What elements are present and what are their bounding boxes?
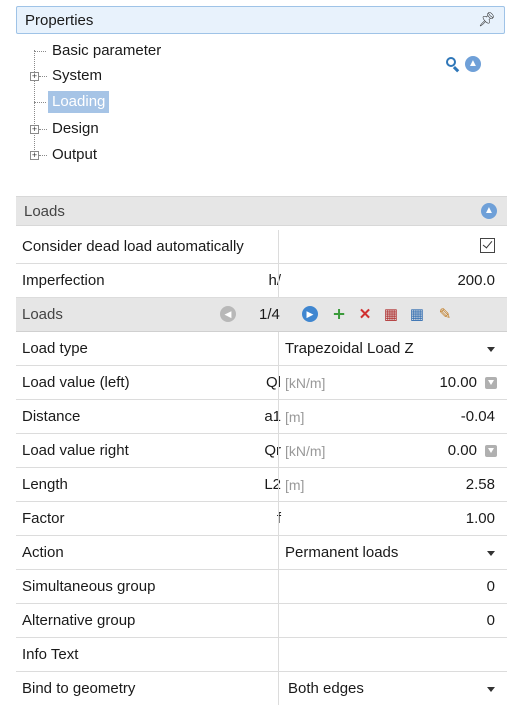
loads-section-header: Loads ▲ bbox=[16, 196, 507, 226]
tree-connector bbox=[34, 102, 46, 103]
tree-item-label: Basic parameter bbox=[52, 42, 162, 59]
row-action: Action Permanent loads bbox=[16, 536, 507, 570]
tree-connector bbox=[39, 155, 47, 156]
property-symbol: h/ bbox=[268, 272, 281, 289]
column-divider bbox=[278, 366, 279, 399]
row-simultaneous-group: Simultaneous group 0 bbox=[16, 570, 507, 604]
action-select[interactable]: Permanent loads bbox=[285, 544, 398, 561]
column-divider bbox=[278, 230, 279, 263]
row-load-value-right: Load value right Qr [kN/m] 0.00 bbox=[16, 434, 507, 468]
expand-icon[interactable]: + bbox=[30, 151, 39, 160]
column-divider bbox=[278, 434, 279, 467]
load-counter: 1/4 bbox=[259, 306, 280, 323]
factor-input[interactable]: 1.00 bbox=[466, 510, 495, 527]
tree-item-label: Loading bbox=[48, 91, 110, 113]
property-name: Distance bbox=[22, 408, 81, 425]
previous-icon[interactable]: ◀ bbox=[220, 306, 236, 322]
row-loads-navigator: Loads ◀ 1/4 ▶ ➕︎ ✕ ▦ ▦ ✎ bbox=[16, 298, 507, 332]
search-icon[interactable] bbox=[446, 57, 456, 67]
dropdown-icon[interactable] bbox=[485, 445, 497, 457]
property-name: Imperfection bbox=[22, 272, 105, 289]
tree-item-label: Design bbox=[52, 120, 99, 137]
column-divider bbox=[278, 536, 279, 569]
row-consider-dead-load: Consider dead load automatically bbox=[16, 230, 507, 264]
column-divider bbox=[278, 468, 279, 501]
row-bind-to-geometry: Bind to geometry Both edges bbox=[16, 672, 507, 706]
dead-load-checkbox[interactable] bbox=[480, 238, 495, 253]
tree-connector bbox=[39, 76, 47, 77]
unit-label: [m] bbox=[285, 409, 305, 425]
property-name: Simultaneous group bbox=[22, 578, 156, 595]
load-type-select[interactable]: Trapezoidal Load Z bbox=[285, 340, 414, 357]
distance-input[interactable]: -0.04 bbox=[461, 408, 495, 425]
row-alternative-group: Alternative group 0 bbox=[16, 604, 507, 638]
column-divider bbox=[278, 570, 279, 603]
property-name: Consider dead load automatically bbox=[22, 238, 244, 255]
section-title: Loads bbox=[24, 203, 65, 220]
simultaneous-group-input[interactable]: 0 bbox=[487, 578, 495, 595]
row-factor: Factor f 1.00 bbox=[16, 502, 507, 536]
delete-icon[interactable]: ✕ bbox=[356, 306, 374, 324]
add-load-icon[interactable]: ➕︎ bbox=[330, 306, 348, 324]
dropdown-icon[interactable] bbox=[485, 377, 497, 389]
column-divider bbox=[278, 264, 279, 297]
property-name: Loads bbox=[22, 306, 63, 323]
alternative-group-input[interactable]: 0 bbox=[487, 612, 495, 629]
tree-connector bbox=[39, 129, 47, 130]
column-divider bbox=[278, 672, 279, 705]
length-input[interactable]: 2.58 bbox=[466, 476, 495, 493]
row-load-type: Load type Trapezoidal Load Z bbox=[16, 332, 507, 366]
chevron-down-icon[interactable] bbox=[487, 687, 495, 692]
column-divider bbox=[278, 604, 279, 637]
expand-icon[interactable]: + bbox=[30, 72, 39, 81]
pin-icon[interactable]: 📌︎ bbox=[478, 11, 496, 28]
tree-item-label: System bbox=[52, 67, 103, 84]
collapse-up-icon[interactable]: ▲ bbox=[481, 203, 497, 219]
bind-to-geometry-select[interactable]: Both edges bbox=[288, 680, 364, 697]
edit-list-icon[interactable]: ✎ bbox=[436, 306, 454, 324]
collapse-up-icon[interactable]: ▲ bbox=[465, 56, 481, 72]
properties-title: Properties bbox=[25, 12, 94, 29]
navigation-tree: Basic parameter + System Loading + Desig… bbox=[24, 40, 484, 180]
load-value-left-input[interactable]: 10.00 bbox=[439, 374, 477, 391]
column-divider bbox=[278, 638, 279, 671]
unit-label: [m] bbox=[285, 477, 305, 493]
table-import-icon[interactable]: ▦ bbox=[408, 306, 426, 324]
property-name: Bind to geometry bbox=[22, 680, 136, 697]
row-imperfection: Imperfection h/ 200.0 bbox=[16, 264, 507, 298]
property-name: Factor bbox=[22, 510, 65, 527]
row-load-value-left: Load value (left) Ql [kN/m] 10.00 bbox=[16, 366, 507, 400]
column-divider bbox=[278, 332, 279, 365]
row-info-text: Info Text bbox=[16, 638, 507, 672]
property-name: Load type bbox=[22, 340, 88, 357]
property-name: Info Text bbox=[22, 646, 79, 663]
property-name: Alternative group bbox=[22, 612, 136, 629]
property-name: Load value (left) bbox=[22, 374, 130, 391]
properties-header: Properties 📌︎ bbox=[16, 6, 505, 34]
tree-item-label: Output bbox=[52, 146, 98, 163]
unit-label: [kN/m] bbox=[285, 443, 326, 459]
property-name: Action bbox=[22, 544, 64, 561]
next-icon[interactable]: ▶ bbox=[302, 306, 318, 322]
imperfection-value[interactable]: 200.0 bbox=[457, 272, 495, 289]
chevron-down-icon[interactable] bbox=[487, 347, 495, 352]
row-distance: Distance a1 [m] -0.04 bbox=[16, 400, 507, 434]
chevron-down-icon[interactable] bbox=[487, 551, 495, 556]
table-export-icon[interactable]: ▦ bbox=[382, 306, 400, 324]
load-value-right-input[interactable]: 0.00 bbox=[448, 442, 477, 459]
row-length: Length L2 [m] 2.58 bbox=[16, 468, 507, 502]
unit-label: [kN/m] bbox=[285, 375, 326, 391]
expand-icon[interactable]: + bbox=[30, 125, 39, 134]
tree-guide-line bbox=[34, 50, 35, 156]
column-divider bbox=[278, 400, 279, 433]
property-name: Length bbox=[22, 476, 68, 493]
tree-connector bbox=[34, 51, 46, 52]
property-name: Load value right bbox=[22, 442, 129, 459]
column-divider bbox=[278, 502, 279, 535]
